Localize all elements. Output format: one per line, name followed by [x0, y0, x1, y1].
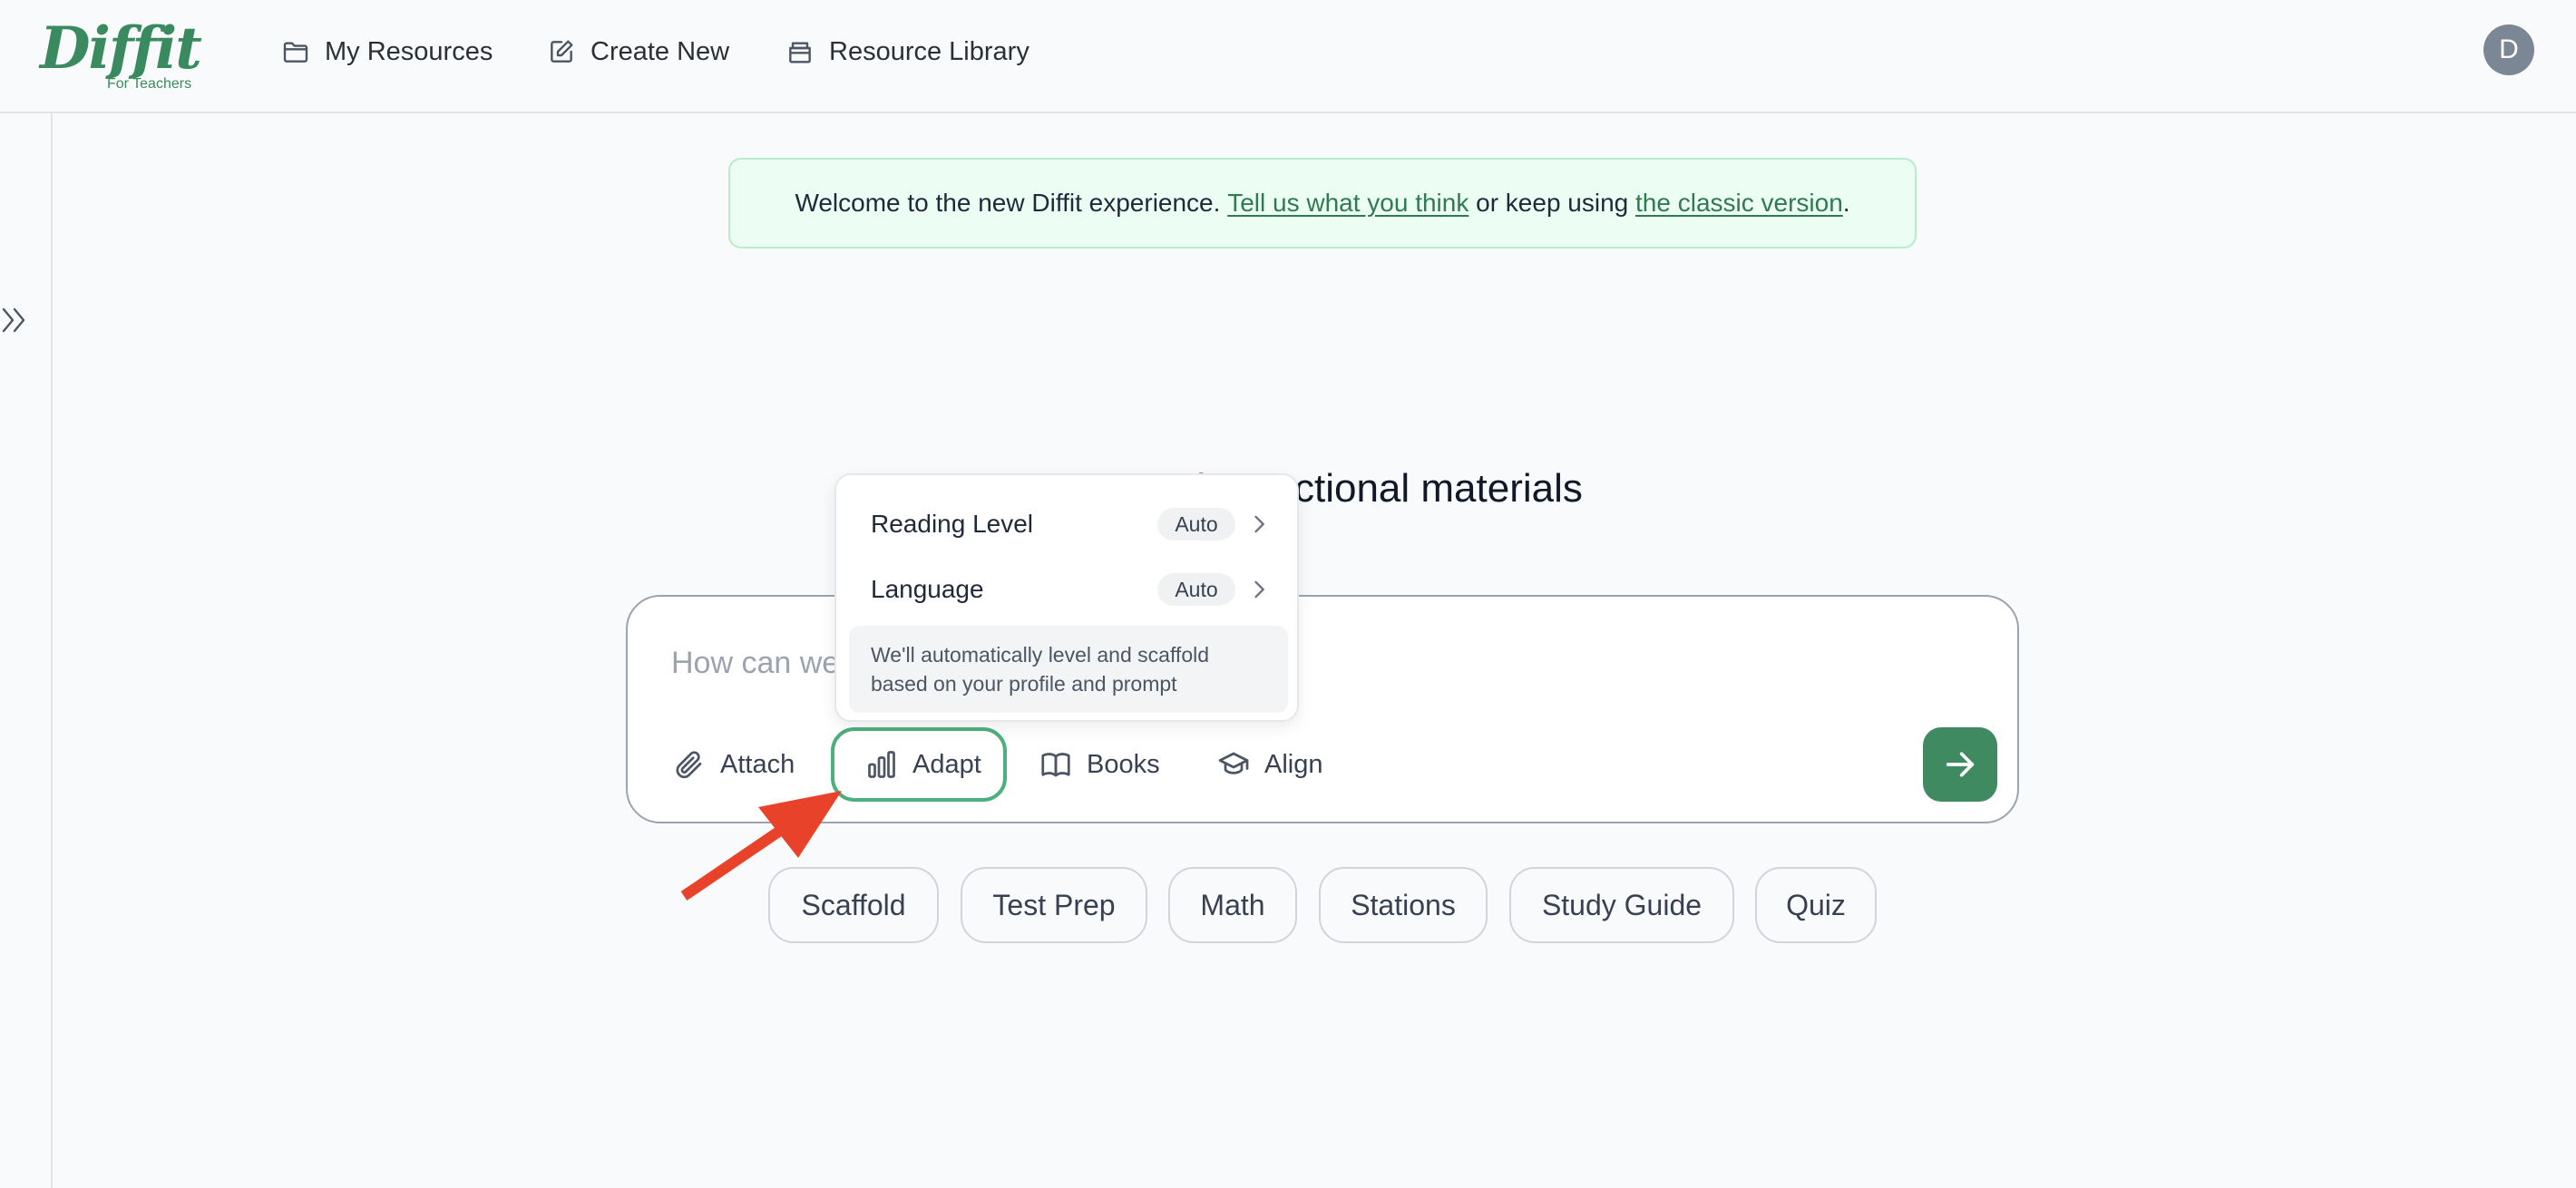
value-badge: Auto — [1157, 508, 1235, 540]
diffit-logo[interactable]: Diffit For Teachers — [40, 20, 203, 96]
align-button[interactable]: Align — [1217, 727, 1323, 802]
send-button[interactable] — [1923, 727, 1997, 802]
chip-study-guide[interactable]: Study Guide — [1509, 867, 1734, 943]
banner-text: or keep using — [1469, 189, 1635, 218]
menu-item-label: Language — [871, 575, 984, 604]
adapt-info-note: We'll automatically level and scaffold b… — [849, 626, 1288, 713]
graduation-cap-icon — [1217, 748, 1250, 781]
archive-icon — [785, 37, 815, 66]
logo-subtitle: For Teachers — [107, 76, 191, 93]
tool-label: Books — [1087, 750, 1160, 780]
chevron-right-icon — [1246, 511, 1272, 537]
chip-quiz[interactable]: Quiz — [1755, 867, 1877, 943]
feedback-link[interactable]: Tell us what you think — [1227, 189, 1469, 218]
menu-item-label: Reading Level — [871, 510, 1033, 539]
banner-text: Welcome to the new Diffit experience. — [795, 189, 1227, 218]
nav-my-resources[interactable]: My Resources — [281, 29, 493, 74]
book-icon — [1039, 748, 1072, 781]
chip-stations[interactable]: Stations — [1319, 867, 1488, 943]
nav-resource-library[interactable]: Resource Library — [785, 29, 1029, 74]
double-chevron-right-icon[interactable] — [0, 304, 31, 336]
menu-item-language[interactable]: Language Auto — [836, 559, 1301, 622]
nav-create-new[interactable]: Create New — [547, 29, 729, 74]
nav-label: Create New — [590, 37, 729, 67]
classic-version-link[interactable]: the classic version — [1635, 189, 1843, 218]
adapt-dropdown-menu: Reading Level Auto Language Auto We'll a… — [834, 473, 1299, 722]
welcome-banner: Welcome to the new Diffit experience. Te… — [728, 158, 1917, 248]
bar-chart-icon — [865, 748, 898, 781]
chip-test-prep[interactable]: Test Prep — [961, 867, 1147, 943]
tool-label: Attach — [720, 750, 795, 780]
tool-label: Adapt — [912, 750, 981, 780]
books-button[interactable]: Books — [1039, 727, 1160, 802]
value-badge: Auto — [1157, 573, 1235, 606]
logo-wordmark: Diffit — [40, 20, 200, 78]
chevron-right-icon — [1246, 577, 1272, 602]
top-header: Diffit For Teachers My Resources Create … — [0, 0, 2576, 113]
annotation-arrow-icon — [671, 780, 853, 907]
edit-icon — [547, 37, 576, 66]
adapt-button[interactable]: Adapt — [831, 727, 1007, 802]
user-avatar[interactable]: D — [2483, 24, 2534, 75]
folder-icon — [281, 37, 310, 66]
menu-item-reading-level[interactable]: Reading Level Auto — [836, 493, 1301, 557]
collapsed-sidebar — [0, 113, 53, 1188]
paperclip-icon — [673, 748, 706, 781]
chip-math[interactable]: Math — [1168, 867, 1297, 943]
tool-label: Align — [1264, 750, 1323, 780]
banner-text: . — [1843, 189, 1850, 218]
nav-label: Resource Library — [829, 37, 1029, 67]
arrow-right-icon — [1942, 746, 1978, 783]
nav-label: My Resources — [325, 37, 493, 67]
